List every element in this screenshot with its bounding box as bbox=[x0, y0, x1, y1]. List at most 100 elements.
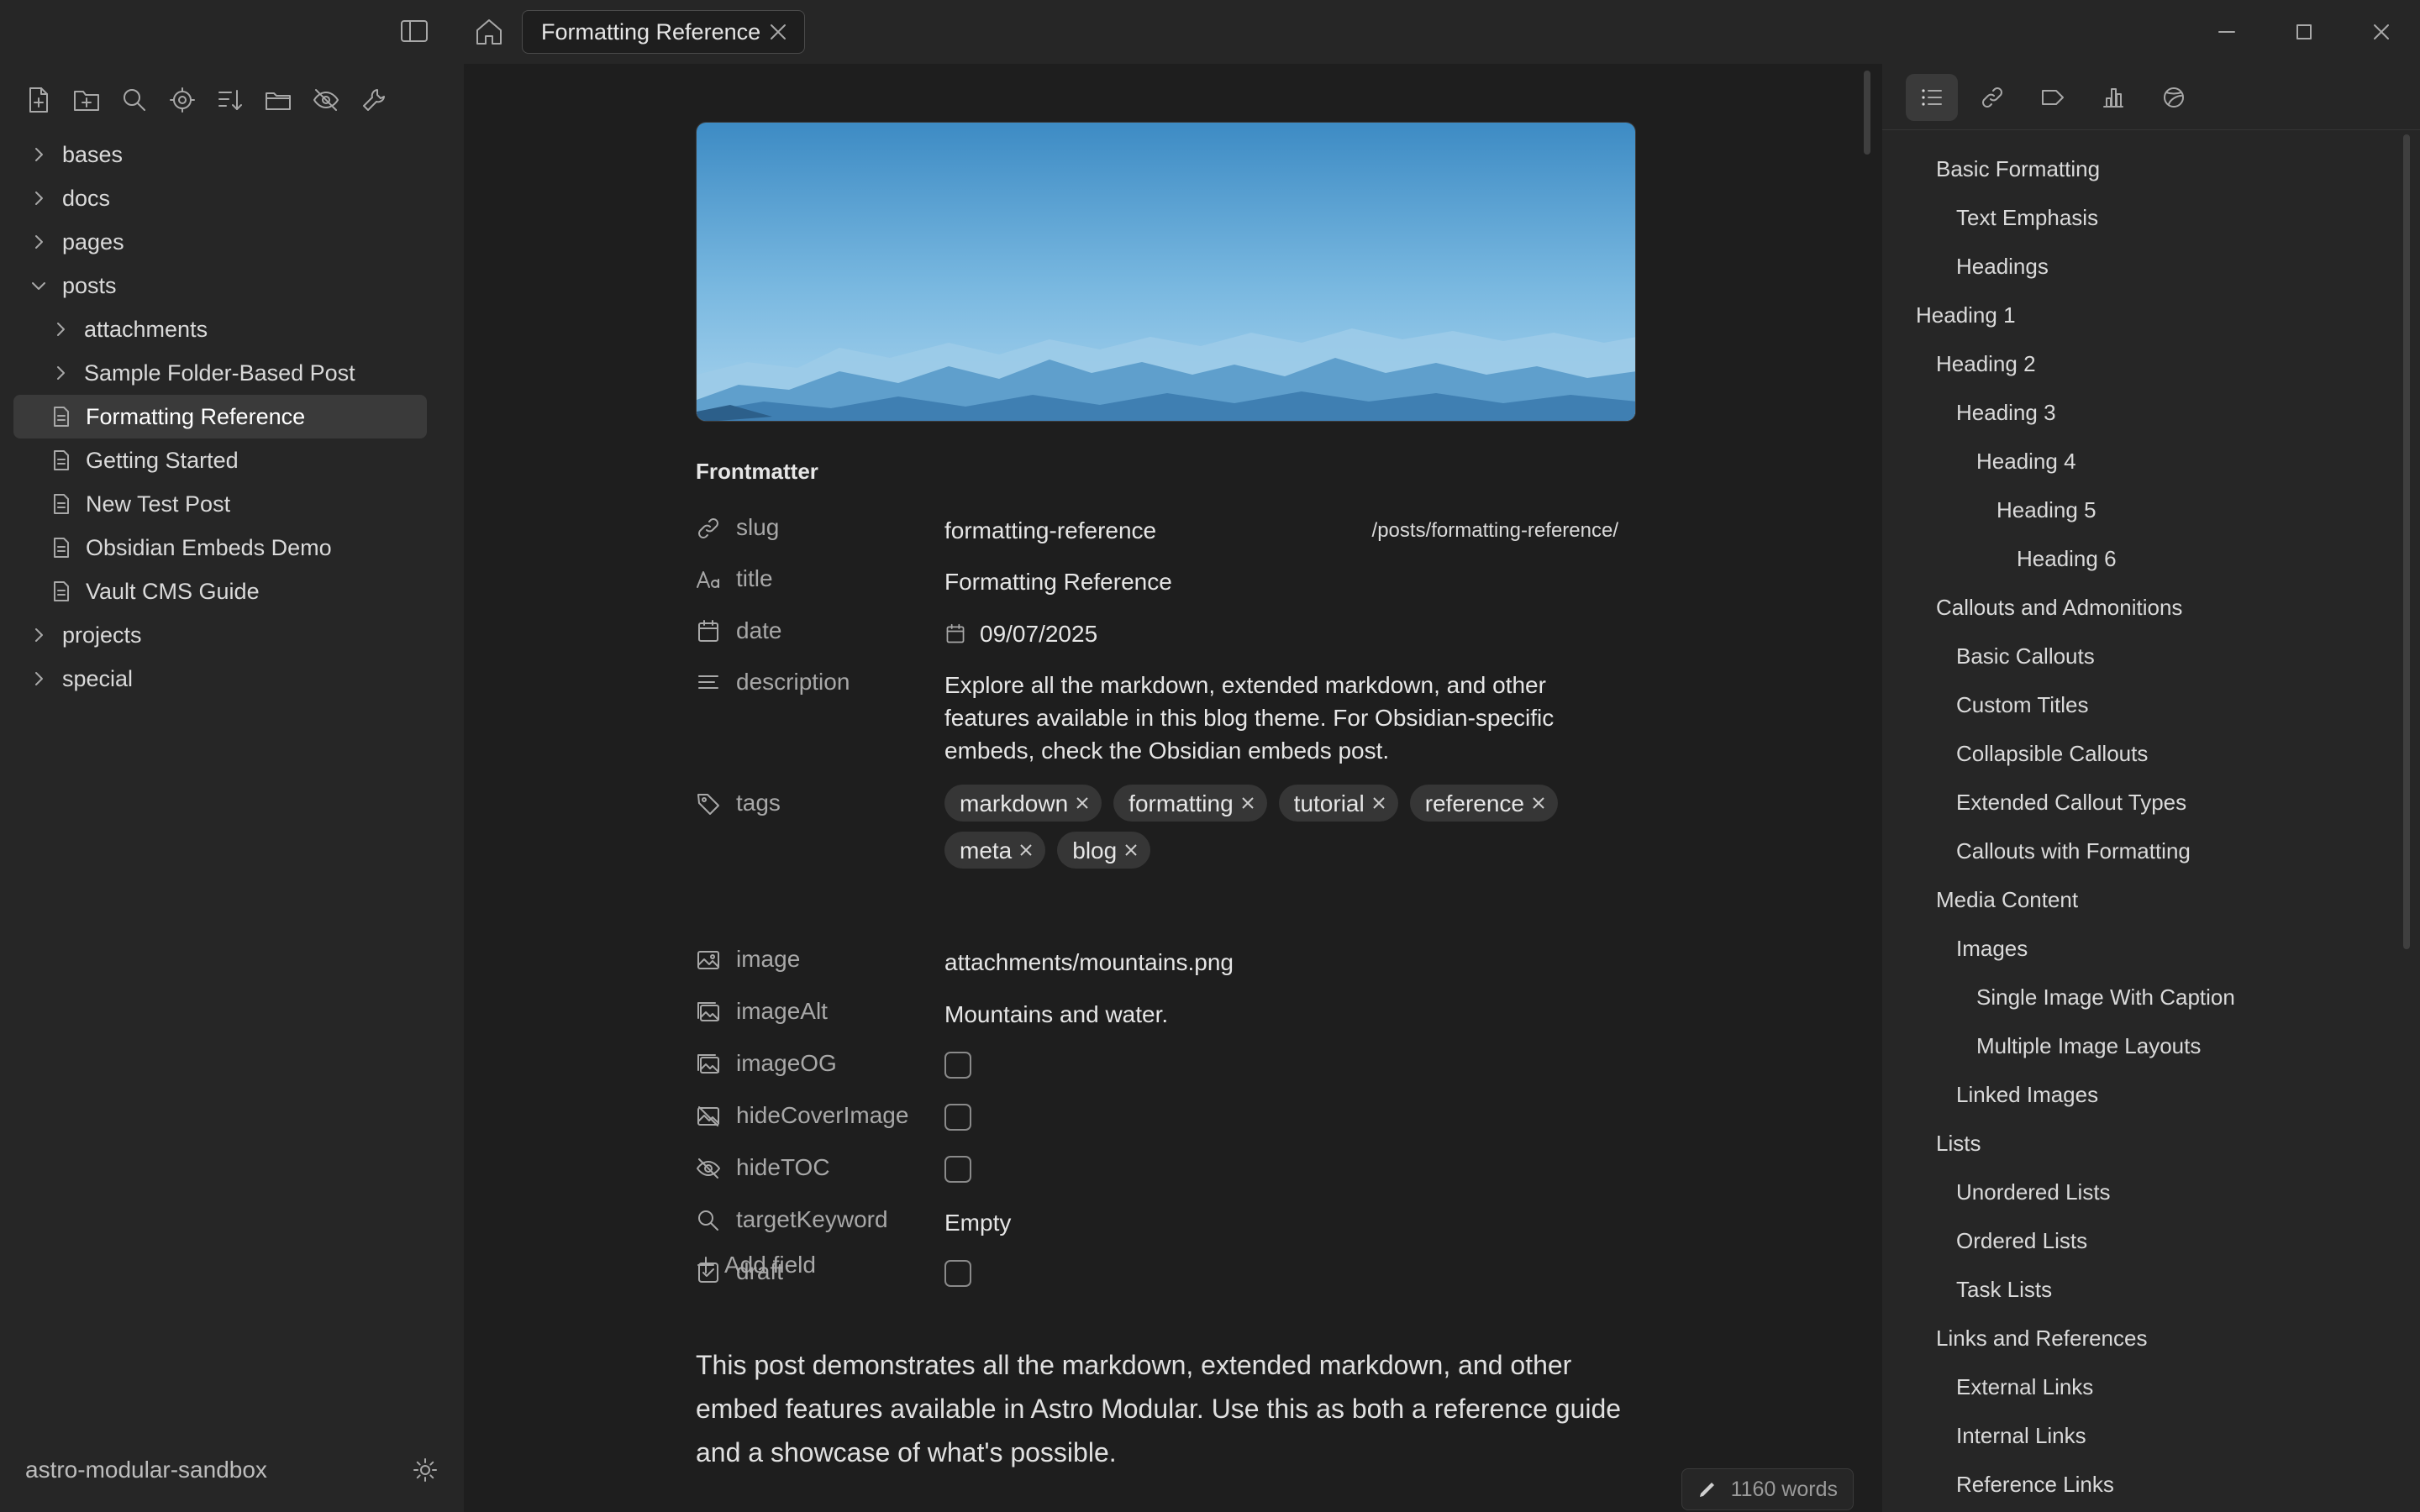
hide-files-icon[interactable] bbox=[309, 83, 343, 117]
stats-tab-icon[interactable] bbox=[2087, 74, 2139, 121]
collapse-left-sidebar-icon[interactable] bbox=[400, 18, 429, 44]
outline-item[interactable]: Media Content bbox=[1916, 875, 2386, 924]
settings-gear-icon[interactable] bbox=[412, 1457, 439, 1483]
property-key-hideTOC[interactable]: hideTOC bbox=[696, 1154, 944, 1183]
property-value-title[interactable]: Formatting Reference bbox=[944, 565, 1637, 598]
outline-scrollbar[interactable] bbox=[2403, 134, 2410, 949]
outline-item[interactable]: Links and References bbox=[1916, 1314, 2386, 1362]
tree-folder[interactable]: attachments bbox=[13, 307, 427, 351]
remove-tag-icon[interactable] bbox=[1075, 795, 1090, 811]
tree-file[interactable]: Getting Started bbox=[13, 438, 427, 482]
vault-name[interactable]: astro-modular-sandbox bbox=[25, 1457, 267, 1483]
close-window-icon[interactable] bbox=[2343, 17, 2420, 47]
date-value[interactable]: 09/07/2025 bbox=[980, 617, 1097, 650]
remove-tag-icon[interactable] bbox=[1123, 843, 1139, 858]
outline-item[interactable]: External Links bbox=[1916, 1362, 2386, 1411]
tree-folder[interactable]: bases bbox=[13, 133, 427, 176]
collapse-all-folders-icon[interactable] bbox=[261, 83, 295, 117]
tag-pill[interactable]: reference bbox=[1409, 785, 1559, 822]
wrench-settings-icon[interactable] bbox=[357, 83, 391, 117]
close-tab-icon[interactable] bbox=[769, 23, 787, 41]
outline-item[interactable]: Linked Images bbox=[1916, 1070, 2386, 1119]
sort-order-icon[interactable] bbox=[213, 83, 247, 117]
outline-item[interactable]: Basic Formatting bbox=[1916, 144, 2386, 193]
slug-value[interactable]: formatting-reference bbox=[944, 517, 1156, 543]
property-key-slug[interactable]: slug bbox=[696, 514, 944, 547]
outline-item[interactable]: Headings bbox=[1916, 242, 2386, 291]
vault-switcher[interactable]: astro-modular-sandbox bbox=[25, 1453, 439, 1487]
add-field-button[interactable]: Add field bbox=[696, 1252, 816, 1278]
outline-item[interactable]: Heading 4 bbox=[1916, 437, 2386, 486]
search-icon[interactable] bbox=[118, 83, 151, 117]
hideTOC-checkbox[interactable] bbox=[944, 1156, 971, 1183]
date-picker-icon[interactable] bbox=[944, 623, 966, 645]
remove-tag-icon[interactable] bbox=[1240, 795, 1255, 811]
outline-item[interactable]: Ordered Lists bbox=[1916, 1216, 2386, 1265]
outline-item[interactable]: Heading 5 bbox=[1916, 486, 2386, 534]
outline-item[interactable]: Lists bbox=[1916, 1119, 2386, 1168]
word-count-status[interactable]: 1160 words bbox=[1681, 1468, 1854, 1510]
property-value-image[interactable]: attachments/mountains.png bbox=[944, 946, 1637, 979]
property-value-imageAlt[interactable]: Mountains and water. bbox=[944, 998, 1637, 1031]
outline-item[interactable]: Multiple Image Layouts bbox=[1916, 1021, 2386, 1070]
property-value-slug[interactable]: formatting-reference /posts/formatting-r… bbox=[944, 514, 1637, 547]
tree-folder[interactable]: pages bbox=[13, 220, 427, 264]
outline-item[interactable]: Heading 6 bbox=[1916, 534, 2386, 583]
property-key-image[interactable]: image bbox=[696, 946, 944, 979]
outline-item[interactable]: Collapsible Callouts bbox=[1916, 729, 2386, 778]
tag-pill[interactable]: tutorial bbox=[1278, 785, 1398, 822]
tree-file[interactable]: Vault CMS Guide bbox=[13, 570, 427, 613]
tree-file[interactable]: Obsidian Embeds Demo bbox=[13, 526, 427, 570]
imageOG-checkbox[interactable] bbox=[944, 1052, 971, 1079]
outline-item[interactable]: Callouts with Formatting bbox=[1916, 827, 2386, 875]
outline-item[interactable]: Single Image With Caption bbox=[1916, 973, 2386, 1021]
outline-item[interactable]: Heading 1 bbox=[1916, 291, 2386, 339]
outline-item[interactable]: Callouts and Admonitions bbox=[1916, 583, 2386, 632]
outline-item[interactable]: Basic Callouts bbox=[1916, 632, 2386, 680]
outline-item[interactable]: Unordered Lists bbox=[1916, 1168, 2386, 1216]
property-key-title[interactable]: title bbox=[696, 565, 944, 598]
remove-tag-icon[interactable] bbox=[1018, 843, 1034, 858]
outline-item[interactable]: Reference Links bbox=[1916, 1460, 2386, 1509]
outline-item[interactable]: Heading 2 bbox=[1916, 339, 2386, 388]
tree-file[interactable]: Formatting Reference bbox=[13, 395, 427, 438]
new-folder-icon[interactable] bbox=[70, 83, 103, 117]
outline-item[interactable]: Custom Titles bbox=[1916, 680, 2386, 729]
outline-item[interactable]: Heading 3 bbox=[1916, 388, 2386, 437]
hideCoverImage-checkbox[interactable] bbox=[944, 1104, 971, 1131]
property-key-imageAlt[interactable]: imageAlt bbox=[696, 998, 944, 1031]
property-key-targetKeyword[interactable]: targetKeyword bbox=[696, 1206, 944, 1239]
maximize-window-icon[interactable] bbox=[2265, 17, 2343, 47]
property-value-date[interactable]: 09/07/2025 bbox=[944, 617, 1637, 650]
tags-tab-icon[interactable] bbox=[2027, 74, 2079, 121]
tree-folder[interactable]: projects bbox=[13, 613, 427, 657]
graph-tab-icon[interactable] bbox=[2148, 74, 2200, 121]
reveal-active-file-icon[interactable] bbox=[166, 83, 199, 117]
draft-checkbox[interactable] bbox=[944, 1260, 971, 1287]
remove-tag-icon[interactable] bbox=[1371, 795, 1386, 811]
tag-pill[interactable]: blog bbox=[1057, 832, 1151, 869]
tag-pill[interactable]: formatting bbox=[1113, 785, 1267, 822]
outline-item[interactable]: Extended Callout Types bbox=[1916, 778, 2386, 827]
property-value-description[interactable]: Explore all the markdown, extended markd… bbox=[944, 669, 1583, 767]
tree-folder[interactable]: Sample Folder-Based Post bbox=[13, 351, 427, 395]
property-key-date[interactable]: date bbox=[696, 617, 944, 650]
tag-pill[interactable]: markdown bbox=[944, 785, 1102, 822]
home-icon[interactable] bbox=[472, 15, 508, 50]
property-value-targetKeyword[interactable]: Empty bbox=[944, 1206, 1637, 1239]
editor-scrollbar[interactable] bbox=[1864, 71, 1870, 155]
outline-tab-icon[interactable] bbox=[1906, 74, 1958, 121]
outline-item[interactable]: Text Emphasis bbox=[1916, 193, 2386, 242]
outline-item[interactable]: Internal Links bbox=[1916, 1411, 2386, 1460]
tree-folder[interactable]: docs bbox=[13, 176, 427, 220]
editor-pane[interactable]: Frontmatter slug formatting-reference /p… bbox=[464, 64, 1882, 1512]
property-key-description[interactable]: description bbox=[696, 669, 944, 767]
tab-formatting-reference[interactable]: Formatting Reference bbox=[522, 10, 805, 54]
tree-folder[interactable]: posts bbox=[13, 264, 427, 307]
body-paragraph[interactable]: This post demonstrates all the markdown,… bbox=[696, 1343, 1637, 1474]
property-key-hideCoverImage[interactable]: hideCoverImage bbox=[696, 1102, 944, 1131]
tree-folder[interactable]: special bbox=[13, 657, 427, 701]
new-note-icon[interactable] bbox=[22, 83, 55, 117]
tag-pill[interactable]: meta bbox=[944, 832, 1046, 869]
links-tab-icon[interactable] bbox=[1966, 74, 2018, 121]
